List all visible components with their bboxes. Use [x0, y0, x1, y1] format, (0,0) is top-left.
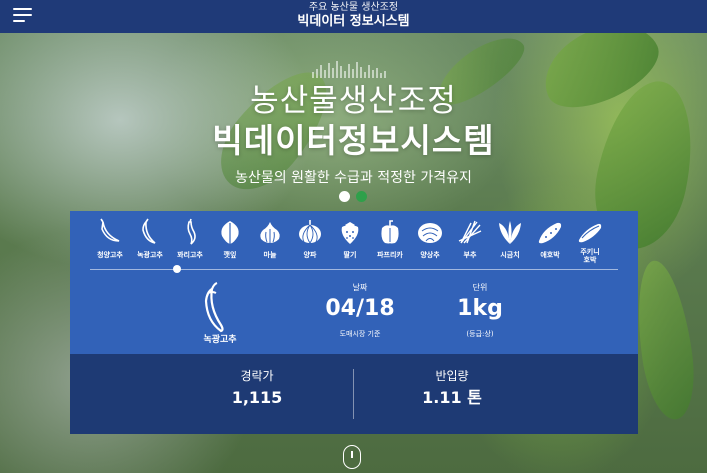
site-brand[interactable]: 주요 농산물 생산조정 빅데이터 정보시스템 — [0, 2, 707, 30]
lettuce-icon — [418, 223, 442, 243]
bar-chart-logo-icon — [312, 61, 386, 78]
date-note: 도매시장 기준 — [339, 330, 381, 338]
veg-item-11[interactable]: 애호박 — [530, 217, 570, 277]
zucchini-squash-icon — [578, 223, 602, 243]
shishito-icon — [187, 218, 196, 245]
chives-icon — [458, 220, 482, 244]
date-info: 날짜 04/18 도매시장 기준 — [305, 283, 415, 339]
spinach-icon — [499, 221, 521, 244]
stats-divider — [353, 369, 354, 419]
veg-label: 주키니 호박 — [564, 248, 616, 264]
veg-item-4[interactable]: 마늘 — [250, 217, 290, 277]
auction-price-stat: 경락가 1,115 — [167, 369, 347, 409]
veg-item-0[interactable]: 청양고추 — [90, 217, 130, 277]
carousel-dot-2[interactable] — [356, 191, 367, 202]
brand-title: 빅데이터 정보시스템 — [297, 14, 410, 29]
scroll-down-indicator[interactable] — [343, 445, 361, 469]
veg-item-8[interactable]: 양상추 — [410, 217, 450, 277]
green-pepper-icon — [142, 218, 156, 244]
selected-veg-name: 녹광고추 — [203, 335, 237, 345]
unit-value: 1kg — [457, 296, 503, 321]
veg-item-5[interactable]: 양파 — [290, 217, 330, 277]
panel-top: 청양고추 녹광고추 꽈리고추 깻잎 마늘 양파 딸기 파프리카 양상추 부추 시… — [70, 211, 638, 354]
unit-label: 단위 — [472, 283, 488, 292]
carousel-pagination — [339, 191, 369, 203]
import-volume-value: 1.11 톤 — [422, 388, 482, 407]
veg-item-3[interactable]: 깻잎 — [210, 217, 250, 277]
import-volume-label: 반입량 — [435, 369, 469, 383]
top-navbar: 주요 농산물 생산조정 빅데이터 정보시스템 — [0, 0, 707, 33]
date-label: 날짜 — [352, 283, 368, 292]
perilla-leaf-icon — [221, 221, 239, 244]
veg-item-9[interactable]: 부추 — [450, 217, 490, 277]
veg-item-1[interactable]: 녹광고추 — [130, 217, 170, 277]
selection-indicator — [173, 265, 181, 273]
onion-icon — [299, 220, 321, 244]
veg-item-10[interactable]: 시금치 — [490, 217, 530, 277]
green-pepper-icon — [204, 281, 224, 333]
veg-item-6[interactable]: 딸기 — [330, 217, 370, 277]
auction-price-value: 1,115 — [231, 388, 283, 407]
veg-item-12[interactable]: 주키니 호박 — [570, 217, 610, 277]
selection-track — [90, 269, 618, 270]
hero-tagline: 농산물의 원활한 수급과 적정한 가격유지 — [235, 170, 472, 186]
unit-note: (등급:상) — [466, 330, 494, 338]
auction-price-label: 경락가 — [240, 369, 274, 383]
veg-label-line1: 주키니 — [580, 248, 600, 256]
date-value: 04/18 — [325, 296, 395, 321]
hero-title-main: 빅데이터정보시스템 — [212, 121, 495, 160]
import-volume-stat: 반입량 1.11 톤 — [362, 369, 542, 409]
carousel-dot-1[interactable] — [339, 191, 350, 202]
hero-title: 농산물생산조정 — [250, 83, 457, 119]
veg-item-7[interactable]: 파프리카 — [370, 217, 410, 277]
garlic-icon — [260, 222, 280, 243]
paprika-icon — [381, 220, 399, 244]
panel-bottom — [70, 354, 638, 434]
brand-subtitle: 주요 농산물 생산조정 — [308, 2, 399, 13]
zucchini-icon — [538, 222, 562, 244]
unit-info: 단위 1kg (등급:상) — [425, 283, 535, 339]
vegetable-selector: 청양고추 녹광고추 꽈리고추 깻잎 마늘 양파 딸기 파프리카 양상추 부추 시… — [90, 217, 625, 277]
chili-icon — [100, 218, 120, 242]
strawberry-icon — [341, 222, 359, 244]
veg-label-line2: 호박 — [583, 256, 597, 264]
price-info-panel: 청양고추 녹광고추 꽈리고추 깻잎 마늘 양파 딸기 파프리카 양상추 부추 시… — [70, 211, 638, 434]
